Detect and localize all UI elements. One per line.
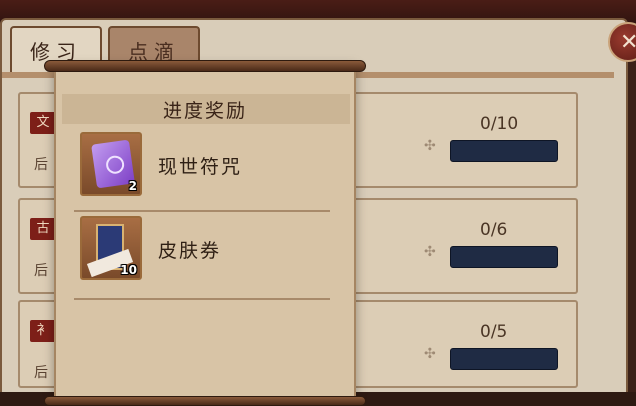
reward-name: 皮肤券 xyxy=(158,240,222,262)
reward-count: 2 xyxy=(128,179,137,193)
task-badge: 衤 xyxy=(30,320,56,342)
skin-ticket-banner-icon: 10 xyxy=(80,216,142,280)
task-badge: 文 xyxy=(30,112,56,134)
scroll-rod-top xyxy=(44,60,366,72)
progress-reward-popup: 进度奖励 2 现世符咒 10 皮肤券 xyxy=(54,66,356,398)
diamond-ornament-icon: ✣ xyxy=(424,244,436,260)
task-progress-text: 0/10 xyxy=(480,114,519,134)
task-subtext: 后 xyxy=(34,157,48,173)
scroll-rod-bottom xyxy=(44,396,366,406)
popup-title: 进度奖励 xyxy=(162,100,247,122)
purple-talisman-icon: 2 xyxy=(80,132,142,196)
diamond-ornament-icon: ✣ xyxy=(424,138,436,154)
diamond-ornament-icon: ✣ xyxy=(424,346,436,362)
reward-count: 10 xyxy=(120,263,137,277)
task-progress-bar xyxy=(450,348,558,370)
task-progress-text: 0/6 xyxy=(480,220,508,240)
reward-item[interactable]: 2 现世符咒 xyxy=(80,132,340,206)
task-badge: 古 xyxy=(30,218,56,240)
task-progress-bar xyxy=(450,246,558,268)
task-subtext: 后 xyxy=(34,263,48,279)
reward-divider xyxy=(74,210,330,212)
task-progress-text: 0/5 xyxy=(480,322,508,342)
reward-name: 现世符咒 xyxy=(158,156,243,178)
reward-item[interactable]: 10 皮肤券 xyxy=(80,216,340,290)
task-progress-bar xyxy=(450,140,558,162)
task-subtext: 后 xyxy=(34,365,48,381)
reward-divider xyxy=(74,298,330,300)
close-icon: ✕ xyxy=(620,29,636,55)
